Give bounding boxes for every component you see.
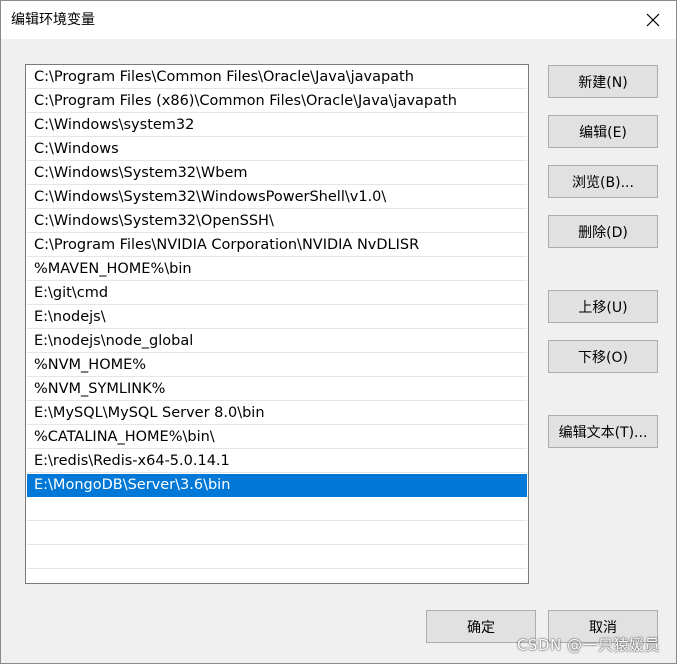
delete-button[interactable]: 删除(D) <box>548 215 658 248</box>
browse-button[interactable]: 浏览(B)... <box>548 165 658 198</box>
close-button[interactable] <box>630 1 676 39</box>
new-button[interactable]: 新建(N) <box>548 65 658 98</box>
path-list-item[interactable]: E:\redis\Redis-x64-5.0.14.1 <box>27 450 527 473</box>
path-list-item[interactable]: C:\Windows <box>27 138 527 161</box>
path-list-item[interactable]: E:\nodejs\ <box>27 306 527 329</box>
watermark: CSDN @一只猿媛员 <box>516 636 660 654</box>
path-list-item[interactable]: E:\MongoDB\Server\3.6\bin <box>27 474 527 497</box>
path-list-empty-row[interactable] <box>27 570 527 583</box>
move-down-button[interactable]: 下移(O) <box>548 340 658 373</box>
path-list[interactable]: C:\Program Files\Common Files\Oracle\Jav… <box>25 64 529 584</box>
path-list-item[interactable]: %NVM_SYMLINK% <box>27 378 527 401</box>
path-list-item[interactable]: C:\Windows\System32\WindowsPowerShell\v1… <box>27 186 527 209</box>
path-list-item[interactable]: C:\Program Files (x86)\Common Files\Orac… <box>27 90 527 113</box>
title-bar: 编辑环境变量 <box>1 1 676 39</box>
path-list-item[interactable]: E:\MySQL\MySQL Server 8.0\bin <box>27 402 527 425</box>
path-list-item[interactable]: C:\Program Files\NVIDIA Corporation\NVID… <box>27 234 527 257</box>
path-list-item[interactable]: C:\Windows\system32 <box>27 114 527 137</box>
path-list-item[interactable]: %CATALINA_HOME%\bin\ <box>27 426 527 449</box>
path-list-item[interactable]: %NVM_HOME% <box>27 354 527 377</box>
path-list-item[interactable]: E:\nodejs\node_global <box>27 330 527 353</box>
edit-text-button[interactable]: 编辑文本(T)... <box>548 415 658 448</box>
path-list-empty-row[interactable] <box>27 546 527 569</box>
move-up-button[interactable]: 上移(U) <box>548 290 658 323</box>
close-icon <box>646 13 660 27</box>
path-list-item[interactable]: %MAVEN_HOME%\bin <box>27 258 527 281</box>
edit-env-variable-dialog: 编辑环境变量 C:\Program Files\Common Files\Ora… <box>0 0 677 664</box>
path-list-empty-row[interactable] <box>27 498 527 521</box>
path-list-item[interactable]: C:\Program Files\Common Files\Oracle\Jav… <box>27 66 527 89</box>
path-list-item[interactable]: C:\Windows\System32\OpenSSH\ <box>27 210 527 233</box>
path-list-item[interactable]: C:\Windows\System32\Wbem <box>27 162 527 185</box>
dialog-title: 编辑环境变量 <box>11 12 95 28</box>
path-list-empty-row[interactable] <box>27 522 527 545</box>
edit-button[interactable]: 编辑(E) <box>548 115 658 148</box>
path-list-item[interactable]: E:\git\cmd <box>27 282 527 305</box>
